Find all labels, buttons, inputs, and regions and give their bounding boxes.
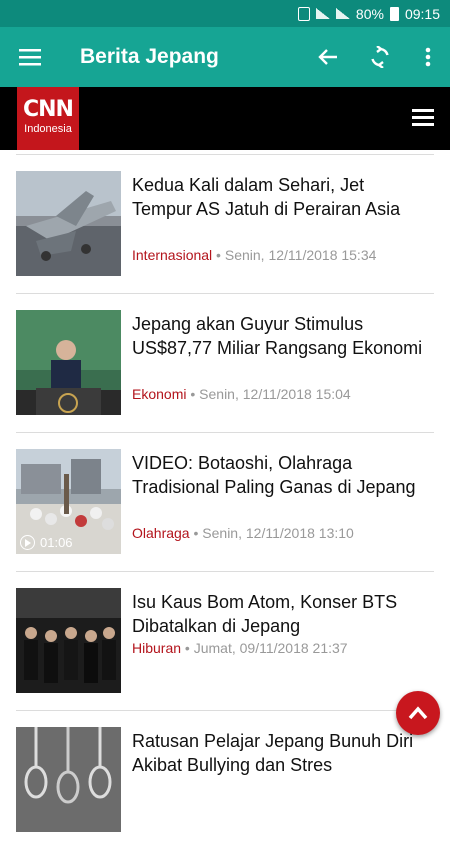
battery-icon [389,6,399,21]
article-thumbnail [16,588,121,693]
article-date: Senin, 12/11/2018 15:04 [199,386,351,402]
rope-image [16,727,121,832]
cnn-logo[interactable]: CNN Indonesia [17,87,79,150]
article-meta: Olahraga • Senin, 12/11/2018 13:10 [132,525,354,541]
jet-image [16,171,121,276]
article-thumbnail [16,310,121,415]
video-duration: 01:06 [40,535,73,550]
scroll-top-button[interactable] [396,691,440,735]
article-thumbnail [16,727,121,832]
article-list: Kedua Kali dalam Sehari, Jet Tempur AS J… [0,150,450,851]
hamburger-icon [19,49,41,66]
article-title[interactable]: VIDEO: Botaoshi, Olahraga Tradisional Pa… [132,451,426,499]
list-item[interactable]: Jepang akan Guyur Stimulus US$87,77 Mili… [16,294,434,433]
signal-icon-2 [335,8,350,19]
brand-bar: CNN Indonesia [0,87,450,150]
battery-percent: 80% [355,5,384,22]
article-thumbnail [16,171,121,276]
arrow-left-icon [318,49,337,65]
article-date: Jumat, 09/11/2018 21:37 [193,640,348,656]
list-item[interactable]: Ratusan Pelajar Jepang Bunuh Diri Akibat… [16,711,434,851]
article-date: Senin, 12/11/2018 13:10 [202,525,354,541]
sim-icon [297,6,310,21]
clock: 09:15 [404,5,440,22]
page-title: Berita Jepang [80,45,219,68]
article-category[interactable]: Ekonomi [132,386,186,402]
brand-sub: Indonesia [24,123,72,135]
article-title[interactable]: Ratusan Pelajar Jepang Bunuh Diri Akibat… [132,729,426,777]
refresh-button[interactable] [354,27,406,87]
list-item[interactable]: Isu Kaus Bom Atom, Konser BTS Dibatalkan… [16,572,434,711]
article-date: Senin, 12/11/2018 15:34 [224,247,377,263]
back-button[interactable] [302,27,354,87]
article-category[interactable]: Internasional [132,247,212,263]
app-bar: Berita Jepang [0,27,450,87]
article-category[interactable]: Hiburan [132,640,181,656]
refresh-icon [371,46,389,68]
brand-name: CNN [23,97,74,122]
chevron-up-icon [408,706,428,720]
article-category[interactable]: Olahraga [132,525,190,541]
more-vertical-icon [425,47,431,67]
article-meta: Ekonomi • Senin, 12/11/2018 15:04 [132,386,351,402]
article-title[interactable]: Jepang akan Guyur Stimulus US$87,77 Mili… [132,312,426,360]
speech-image [16,310,121,415]
article-meta: Hiburan • Jumat, 09/11/2018 21:37 [132,640,348,656]
band-image [16,588,121,693]
article-title[interactable]: Kedua Kali dalam Sehari, Jet Tempur AS J… [132,173,426,221]
menu-button[interactable] [0,27,60,87]
list-item[interactable]: 01:06 VIDEO: Botaoshi, Olahraga Tradisio… [16,433,434,572]
play-icon [20,535,35,550]
video-badge: 01:06 [20,535,73,550]
article-thumbnail: 01:06 [16,449,121,554]
article-meta: Internasional • Senin, 12/11/2018 15:34 [132,247,377,263]
signal-icon [315,8,330,19]
site-menu-icon[interactable] [412,109,434,130]
overflow-menu-button[interactable] [406,27,450,87]
list-item[interactable]: Kedua Kali dalam Sehari, Jet Tempur AS J… [16,155,434,294]
status-bar: 80% 09:15 [0,0,450,27]
article-title[interactable]: Isu Kaus Bom Atom, Konser BTS Dibatalkan… [132,590,426,638]
